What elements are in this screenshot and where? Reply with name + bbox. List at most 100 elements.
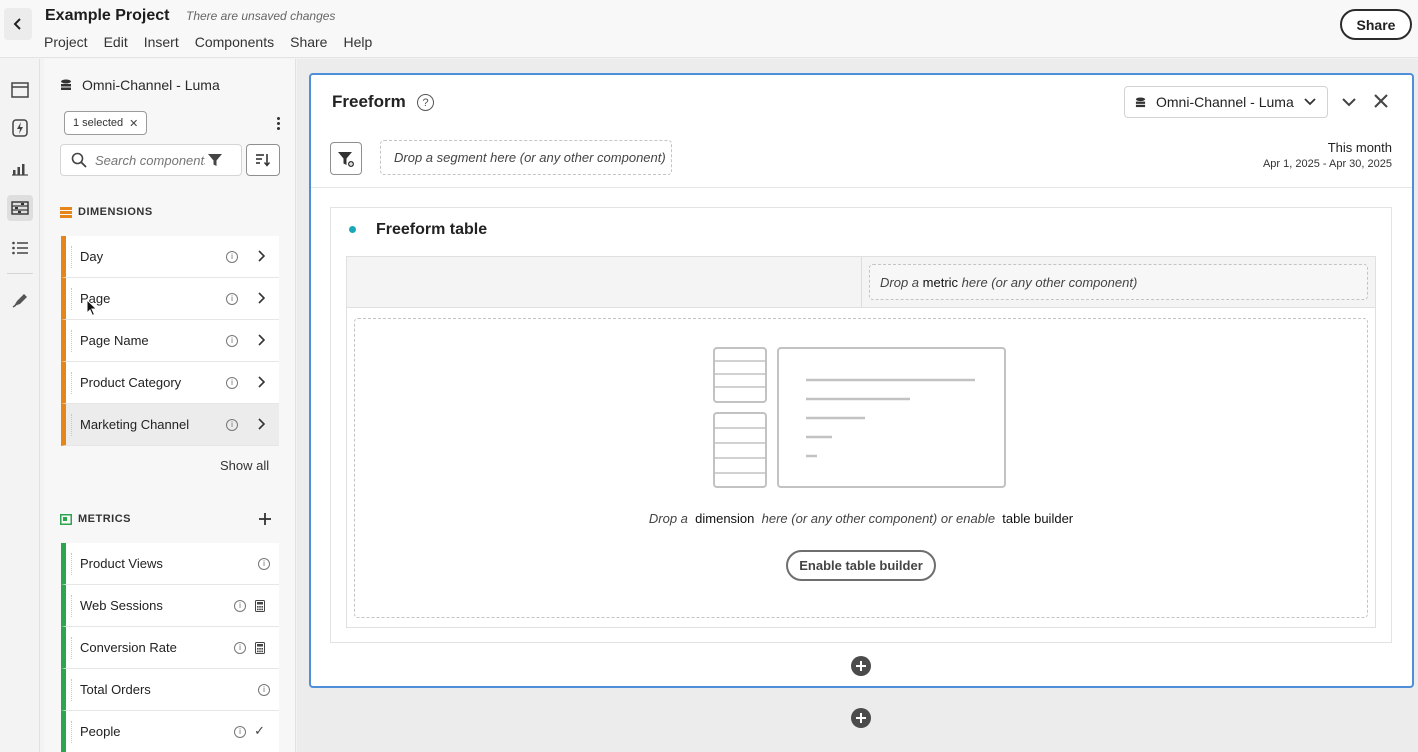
info-icon[interactable]: i [234, 600, 246, 612]
rail-divider [7, 273, 33, 274]
sort-icon [256, 154, 271, 167]
info-icon[interactable]: i [234, 642, 246, 654]
info-icon[interactable]: i [258, 558, 270, 570]
chevron-right-icon[interactable] [257, 418, 265, 430]
menu-share[interactable]: Share [290, 34, 327, 50]
list-icon[interactable] [7, 235, 33, 261]
list-item[interactable]: Product Category i [61, 362, 279, 404]
share-button[interactable]: Share [1340, 9, 1412, 40]
brush-icon[interactable] [7, 287, 33, 313]
more-options-icon[interactable] [272, 113, 284, 133]
selected-chip[interactable]: 1 selected ✕ [64, 111, 148, 135]
metrics-list: Product Views i Web Sessions i Conversion … [61, 543, 279, 752]
list-item[interactable]: Product Views i [61, 543, 279, 585]
chevron-right-icon[interactable] [257, 292, 265, 304]
menu-bar: Project Edit Insert Components Share Hel… [44, 34, 388, 50]
dimensions-icon [60, 206, 72, 218]
dimension-drop-text: Drop a dimension here (or any other comp… [648, 511, 1074, 526]
show-all-link[interactable]: Show all [220, 458, 269, 473]
status-dot [349, 226, 356, 233]
list-item[interactable]: Page Name i [61, 320, 279, 362]
metric-drop-zone[interactable]: Drop a metric here (or any other compone… [869, 264, 1368, 300]
menu-project[interactable]: Project [44, 34, 88, 50]
dimensions-list: Day i Page i Page Name i Product Category i … [61, 236, 279, 446]
info-icon[interactable]: i [226, 251, 238, 263]
segment-filter-button[interactable] [330, 142, 362, 175]
close-icon[interactable]: ✕ [129, 117, 138, 130]
list-item[interactable]: Conversion Rate i [61, 627, 279, 669]
selected-chip-label: 1 selected [73, 117, 124, 129]
metric-label: Conversion Rate [80, 640, 177, 655]
visualization-title[interactable]: Freeform table [376, 221, 487, 239]
calculator-icon [255, 600, 265, 612]
enable-table-builder-button[interactable]: Enable table builder [786, 550, 936, 581]
info-icon[interactable]: i [226, 293, 238, 305]
menu-help[interactable]: Help [343, 34, 372, 50]
dimensions-heading: DIMENSIONS [60, 206, 153, 218]
list-item[interactable]: Total Orders i [61, 669, 279, 711]
search-box [60, 144, 242, 176]
info-icon[interactable]: i [234, 726, 246, 738]
unsaved-changes-text: There are unsaved changes [186, 9, 336, 23]
empty-table-illustration [713, 347, 1006, 488]
segment-drop-zone[interactable]: Drop a segment here (or any other compon… [380, 140, 672, 175]
calculator-icon [255, 642, 265, 654]
add-visualization-icon[interactable] [851, 656, 871, 676]
search-icon [71, 152, 87, 168]
chart-icon[interactable] [7, 155, 33, 181]
panel-data-source-select[interactable]: Omni-Channel - Luma [1124, 86, 1328, 118]
chevron-right-icon[interactable] [257, 334, 265, 346]
panel-data-source-value: Omni-Channel - Luma [1156, 94, 1294, 110]
database-icon [1135, 96, 1146, 107]
chevron-down-icon [1304, 98, 1316, 106]
search-input[interactable] [95, 152, 205, 168]
menu-insert[interactable]: Insert [144, 34, 179, 50]
database-icon [61, 79, 71, 90]
project-title[interactable]: Example Project [45, 7, 170, 25]
panel-data-source[interactable]: Omni-Channel - Luma [60, 77, 220, 93]
metric-label: Total Orders [80, 682, 151, 697]
chevron-right-icon[interactable] [257, 250, 265, 262]
metric-label: Product Views [80, 556, 163, 571]
date-range-label[interactable]: This month [1250, 140, 1392, 155]
panel-title[interactable]: Freeform [332, 92, 406, 112]
info-icon[interactable]: i [226, 419, 238, 431]
cursor-icon [86, 299, 98, 317]
help-icon[interactable]: ? [417, 94, 434, 111]
dimension-label: Marketing Channel [80, 417, 190, 432]
metric-label: People [80, 724, 121, 739]
panels-icon[interactable] [7, 77, 33, 103]
metrics-heading: METRICS [60, 513, 131, 525]
left-rail [0, 59, 40, 752]
sort-button[interactable] [246, 144, 280, 176]
panel-data-source-label: Omni-Channel - Luma [82, 77, 220, 93]
info-icon[interactable]: i [226, 377, 238, 389]
divider [861, 257, 862, 307]
add-metric-icon[interactable] [256, 510, 274, 528]
list-item[interactable]: Day i [61, 236, 279, 278]
info-icon[interactable]: i [226, 335, 238, 347]
add-panel-icon[interactable] [851, 708, 871, 728]
chevron-left-icon [13, 18, 21, 30]
info-icon[interactable]: i [258, 684, 270, 696]
collapse-icon[interactable] [1340, 93, 1358, 111]
back-button[interactable] [4, 8, 32, 40]
chevron-right-icon[interactable] [257, 376, 265, 388]
divider [311, 187, 1412, 188]
components-icon[interactable] [7, 195, 33, 221]
close-icon[interactable] [1373, 93, 1389, 109]
visualizations-icon[interactable] [7, 115, 33, 141]
segment-filter-icon [338, 151, 355, 168]
list-item[interactable]: Marketing Channel i [61, 404, 279, 446]
menu-edit[interactable]: Edit [104, 34, 128, 50]
menu-components[interactable]: Components [195, 34, 274, 50]
metrics-icon [60, 513, 72, 525]
list-item[interactable]: People i ✓ [61, 711, 279, 752]
dimension-label: Day [80, 249, 104, 264]
metric-label: Web Sessions [80, 598, 163, 613]
date-range-value[interactable]: Apr 1, 2025 - Apr 30, 2025 [1230, 158, 1392, 170]
dimension-label: Product Category [80, 375, 182, 390]
filter-icon[interactable] [207, 152, 223, 168]
dimension-label: Page Name [80, 333, 149, 348]
list-item[interactable]: Web Sessions i [61, 585, 279, 627]
